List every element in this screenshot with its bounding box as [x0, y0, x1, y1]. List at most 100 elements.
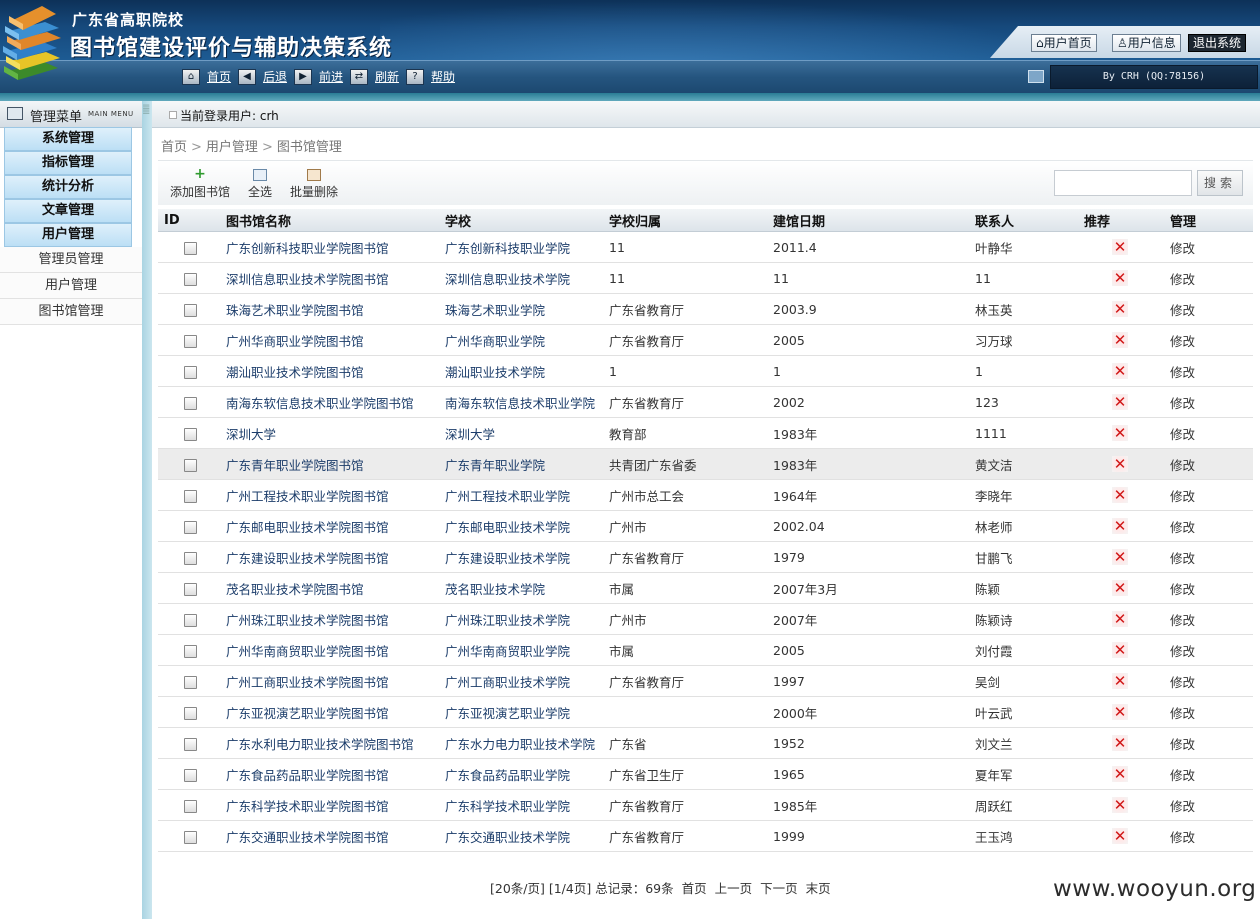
sidebar-item-users[interactable]: 用户管理	[0, 273, 142, 299]
cell-library-name[interactable]: 广州华南商贸职业学院图书馆	[226, 634, 445, 666]
cell-library-name[interactable]: 深圳信息职业技术学院图书馆	[226, 262, 445, 294]
sidebar-cat-indicator[interactable]: 指标管理	[4, 151, 132, 175]
sidebar-cat-system[interactable]: 系统管理	[4, 127, 132, 151]
edit-link[interactable]: 修改	[1170, 417, 1253, 449]
cell-library-name[interactable]: 广东邮电职业技术学院图书馆	[226, 510, 445, 542]
edit-link[interactable]: 修改	[1170, 293, 1253, 325]
search-button[interactable]: 搜索	[1197, 170, 1243, 196]
cell-school[interactable]: 广东创新科技职业学院	[445, 231, 609, 263]
row-checkbox[interactable]	[184, 272, 197, 286]
not-recommended-icon[interactable]: ✕	[1112, 704, 1128, 720]
edit-link[interactable]: 修改	[1170, 448, 1253, 480]
cell-library-name[interactable]: 广州华商职业学院图书馆	[226, 324, 445, 356]
cell-library-name[interactable]: 广东科学技术职业学院图书馆	[226, 789, 445, 821]
edit-link[interactable]: 修改	[1170, 634, 1253, 666]
cell-library-name[interactable]: 广东青年职业学院图书馆	[226, 448, 445, 480]
row-checkbox[interactable]	[184, 675, 197, 689]
not-recommended-icon[interactable]: ✕	[1112, 270, 1128, 286]
cell-school[interactable]: 广东邮电职业技术学院	[445, 510, 609, 542]
sidebar-item-libraries[interactable]: 图书馆管理	[0, 299, 142, 325]
row-checkbox[interactable]	[184, 303, 197, 317]
edit-link[interactable]: 修改	[1170, 479, 1253, 511]
sidebar-cat-user[interactable]: 用户管理	[4, 223, 132, 247]
sidebar-cat-statistics[interactable]: 统计分析	[4, 175, 132, 199]
row-checkbox[interactable]	[184, 520, 197, 534]
edit-link[interactable]: 修改	[1170, 386, 1253, 418]
edit-link[interactable]: 修改	[1170, 262, 1253, 294]
pager-next[interactable]: 下一页	[760, 881, 798, 896]
cell-school[interactable]: 广州工商职业技术学院	[445, 665, 609, 697]
cell-library-name[interactable]: 潮汕职业技术学院图书馆	[226, 355, 445, 387]
row-checkbox[interactable]	[184, 458, 197, 472]
pager-last[interactable]: 末页	[806, 881, 831, 896]
pager-first[interactable]: 首页	[682, 881, 707, 896]
nav-back-link[interactable]: 后退	[263, 69, 287, 85]
row-checkbox[interactable]	[184, 365, 197, 379]
not-recommended-icon[interactable]: ✕	[1112, 456, 1128, 472]
cell-library-name[interactable]: 深圳大学	[226, 417, 445, 449]
refresh-icon[interactable]: ⇄	[350, 69, 368, 85]
not-recommended-icon[interactable]: ✕	[1112, 363, 1128, 379]
row-checkbox[interactable]	[184, 396, 197, 410]
cell-library-name[interactable]: 茂名职业技术学院图书馆	[226, 572, 445, 604]
edit-link[interactable]: 修改	[1170, 324, 1253, 356]
cell-school[interactable]: 潮汕职业技术学院	[445, 355, 609, 387]
cell-school[interactable]: 广东水力电力职业技术学院	[445, 727, 609, 759]
edit-link[interactable]: 修改	[1170, 820, 1253, 852]
edit-link[interactable]: 修改	[1170, 789, 1253, 821]
arrow-right-icon[interactable]: ▶	[294, 69, 312, 85]
edit-link[interactable]: 修改	[1170, 603, 1253, 635]
cell-library-name[interactable]: 广东建设职业技术学院图书馆	[226, 541, 445, 573]
row-checkbox[interactable]	[184, 427, 197, 441]
cell-school[interactable]: 广东食品药品职业学院	[445, 758, 609, 790]
cell-library-name[interactable]: 广东食品药品职业学院图书馆	[226, 758, 445, 790]
edit-link[interactable]: 修改	[1170, 510, 1253, 542]
sidebar-cat-article[interactable]: 文章管理	[4, 199, 132, 223]
cell-library-name[interactable]: 广东创新科技职业学院图书馆	[226, 231, 445, 263]
row-checkbox[interactable]	[184, 799, 197, 813]
not-recommended-icon[interactable]: ✕	[1112, 394, 1128, 410]
cell-school[interactable]: 广东交通职业技术学院	[445, 820, 609, 852]
cell-library-name[interactable]: 珠海艺术职业学院图书馆	[226, 293, 445, 325]
not-recommended-icon[interactable]: ✕	[1112, 611, 1128, 627]
not-recommended-icon[interactable]: ✕	[1112, 797, 1128, 813]
nav-home-link[interactable]: 首页	[207, 69, 231, 85]
not-recommended-icon[interactable]: ✕	[1112, 301, 1128, 317]
add-library-button[interactable]: + 添加图书馆	[170, 167, 230, 200]
nav-help-link[interactable]: 帮助	[431, 69, 455, 85]
row-checkbox[interactable]	[184, 582, 197, 596]
not-recommended-icon[interactable]: ✕	[1112, 642, 1128, 658]
row-checkbox[interactable]	[184, 644, 197, 658]
edit-link[interactable]: 修改	[1170, 727, 1253, 759]
not-recommended-icon[interactable]: ✕	[1112, 518, 1128, 534]
cell-library-name[interactable]: 广州珠江职业技术学院图书馆	[226, 603, 445, 635]
edit-link[interactable]: 修改	[1170, 665, 1253, 697]
logout-button[interactable]: 退出系统	[1188, 34, 1247, 52]
not-recommended-icon[interactable]: ✕	[1112, 487, 1128, 503]
sidebar-item-admin[interactable]: 管理员管理	[0, 247, 142, 273]
edit-link[interactable]: 修改	[1170, 758, 1253, 790]
breadcrumb-users[interactable]: 用户管理	[206, 140, 258, 155]
cell-school[interactable]: 广东建设职业技术学院	[445, 541, 609, 573]
cell-library-name[interactable]: 广东水利电力职业技术学院图书馆	[226, 727, 445, 759]
help-icon[interactable]: ?	[406, 69, 424, 85]
row-checkbox[interactable]	[184, 613, 197, 627]
not-recommended-icon[interactable]: ✕	[1112, 239, 1128, 255]
home-icon[interactable]: ⌂	[182, 69, 200, 85]
not-recommended-icon[interactable]: ✕	[1112, 828, 1128, 844]
cell-library-name[interactable]: 广东亚视演艺职业学院图书馆	[226, 696, 445, 728]
row-checkbox[interactable]	[184, 768, 197, 782]
arrow-left-icon[interactable]: ◀	[238, 69, 256, 85]
breadcrumb-home[interactable]: 首页	[161, 140, 187, 155]
cell-school[interactable]: 广州珠江职业技术学院	[445, 603, 609, 635]
edit-link[interactable]: 修改	[1170, 541, 1253, 573]
cell-school[interactable]: 深圳大学	[445, 417, 609, 449]
edit-link[interactable]: 修改	[1170, 696, 1253, 728]
not-recommended-icon[interactable]: ✕	[1112, 425, 1128, 441]
nav-refresh-link[interactable]: 刷新	[375, 69, 399, 85]
nav-forward-link[interactable]: 前进	[319, 69, 343, 85]
cell-school[interactable]: 深圳信息职业技术学院	[445, 262, 609, 294]
not-recommended-icon[interactable]: ✕	[1112, 735, 1128, 751]
sidebar-splitter[interactable]	[142, 101, 152, 919]
cell-library-name[interactable]: 广州工商职业技术学院图书馆	[226, 665, 445, 697]
